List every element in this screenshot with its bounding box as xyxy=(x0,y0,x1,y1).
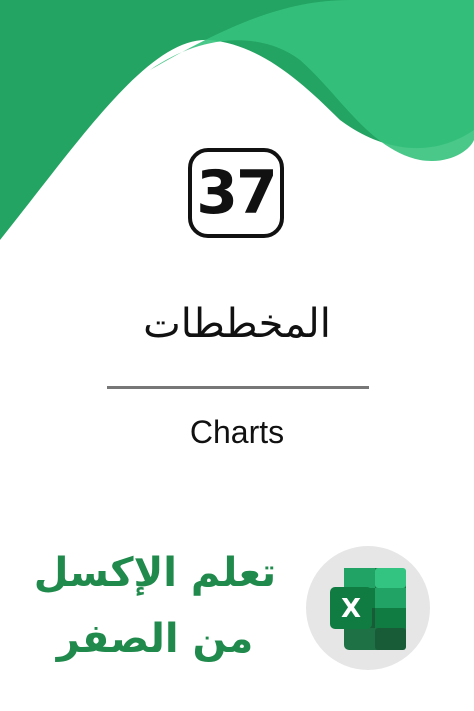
lesson-number: 37 xyxy=(196,158,277,228)
tagline-line-2: من الصفر xyxy=(56,616,254,662)
excel-icon: X xyxy=(330,568,406,650)
excel-logo-badge: X xyxy=(306,546,430,670)
excel-icon-letter: X xyxy=(341,594,361,624)
title-divider xyxy=(107,386,369,389)
lesson-title-arabic: المخططات xyxy=(143,301,331,347)
lesson-number-badge: 37 xyxy=(188,148,284,238)
lesson-title-english: Charts xyxy=(189,414,285,450)
tagline-line-1: تعلم الإكسل xyxy=(33,550,277,596)
